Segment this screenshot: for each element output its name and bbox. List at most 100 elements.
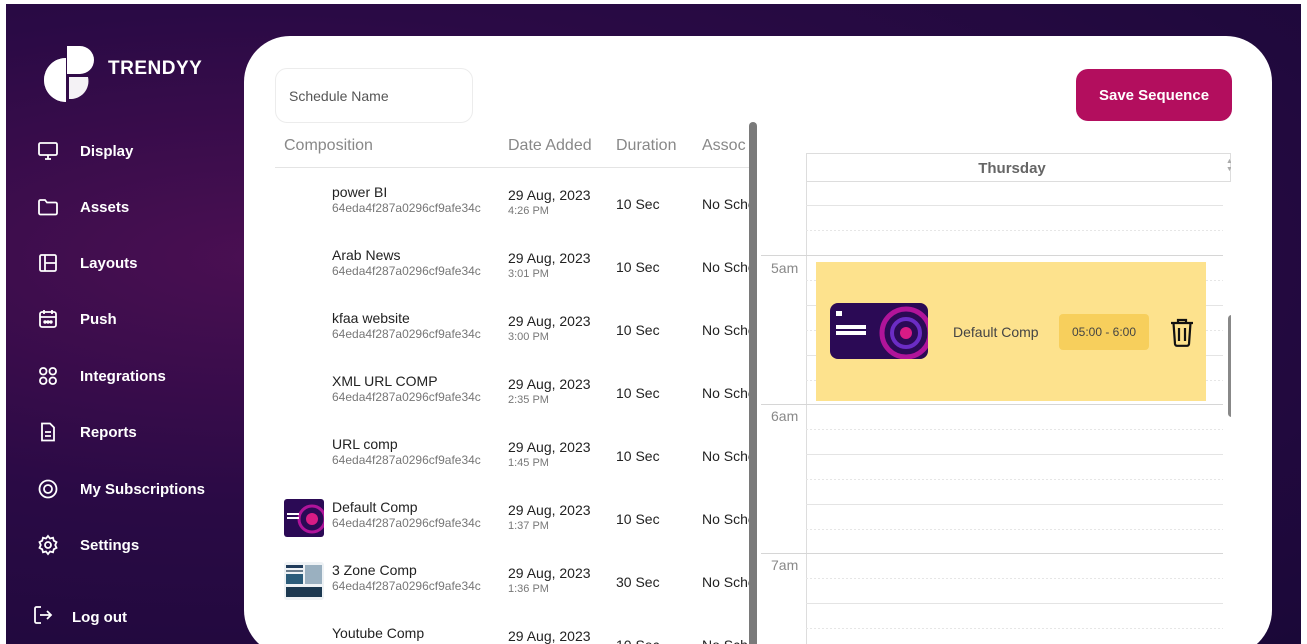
brand-name: TRENDYY	[108, 58, 203, 79]
duration: 10 Sec	[616, 259, 660, 275]
composition-thumbnail	[284, 562, 324, 600]
composition-name: Default Comp	[332, 499, 418, 515]
composition-name: XML URL COMP	[332, 373, 438, 389]
calendar-icon	[36, 307, 60, 331]
window-frame-top	[0, 0, 1307, 4]
column-header-date-added[interactable]: Date Added	[508, 137, 592, 155]
grid-line	[806, 529, 1223, 530]
association: No Sche	[702, 322, 753, 338]
sidebar-item-label: Assets	[80, 198, 130, 216]
badge-icon	[36, 477, 60, 501]
duration: 10 Sec	[616, 448, 660, 464]
association: No Sche	[702, 448, 753, 464]
column-header-composition[interactable]: Composition	[284, 137, 373, 155]
composition-id: 64eda4f287a0296cf9afe34c	[332, 201, 481, 215]
time-added: 2:35 PM	[508, 394, 549, 406]
time-added: 1:45 PM	[508, 457, 549, 469]
calendar-day-label: Thursday	[978, 160, 1046, 177]
date-added: 29 Aug, 2023	[508, 439, 591, 455]
grid-line	[806, 578, 1223, 579]
composition-name: Arab News	[332, 247, 401, 263]
grid-line	[806, 454, 1223, 455]
schedule-name-input[interactable]	[275, 68, 473, 123]
brand: TRENDYY	[38, 44, 202, 102]
sidebar-item-assets[interactable]: Assets	[36, 187, 236, 227]
hour-label: 6am	[771, 408, 799, 424]
grid-line	[806, 205, 1223, 206]
grid-line	[806, 230, 1223, 231]
sidebar-item-integrations[interactable]: Integrations	[36, 356, 236, 396]
header-scroll-arrows-icon[interactable]: ▲ ▼	[1226, 158, 1231, 174]
time-added: 1:37 PM	[508, 520, 549, 532]
layout-icon	[36, 251, 60, 275]
date-added: 29 Aug, 2023	[508, 565, 591, 581]
sidebar-item-label: Integrations	[80, 367, 166, 385]
composition-id: 64eda4f287a0296cf9afe34c	[332, 327, 481, 341]
scheduled-event[interactable]: Default Comp 05:00 - 6:00	[816, 262, 1206, 401]
table-row[interactable]: XML URL COMP 64eda4f287a0296cf9afe34c 29 A…	[275, 357, 753, 420]
sidebar-item-push[interactable]: Push	[36, 299, 236, 339]
save-sequence-button[interactable]: Save Sequence	[1076, 69, 1232, 121]
table-row[interactable]: URL comp 64eda4f287a0296cf9afe34c 29 Aug, …	[275, 420, 753, 483]
composition-id: 64eda4f287a0296cf9afe34c	[332, 453, 481, 467]
gear-icon	[36, 533, 60, 557]
date-added: 29 Aug, 2023	[508, 187, 591, 203]
sidebar-item-label: Push	[80, 310, 117, 328]
hour-label: 7am	[771, 557, 799, 573]
time-added: 1:36 PM	[508, 583, 549, 595]
composition-name: power BI	[332, 184, 388, 200]
association: No Sche	[702, 637, 753, 644]
column-header-duration[interactable]: Duration	[616, 137, 676, 155]
date-added: 29 Aug, 2023	[508, 250, 591, 266]
folder-icon	[36, 195, 60, 219]
composition-name: URL comp	[332, 436, 398, 452]
column-header-assoc[interactable]: Assoc	[702, 137, 746, 155]
duration: 10 Sec	[616, 385, 660, 401]
duration: 10 Sec	[616, 637, 660, 644]
logout-button[interactable]: Log out	[32, 604, 127, 631]
table-row[interactable]: Youtube Comp 29 Aug, 2023 10 Sec No Sche	[275, 609, 753, 644]
sidebar-item-settings[interactable]: Settings	[36, 525, 236, 565]
hour-label: 5am	[771, 260, 799, 276]
time-added: 3:00 PM	[508, 331, 549, 343]
logout-icon	[32, 604, 54, 631]
event-time-range: 05:00 - 6:00	[1059, 314, 1149, 350]
grid-line-hour	[761, 404, 1223, 405]
time-gutter-divider	[806, 153, 807, 644]
sidebar-item-my-subscriptions[interactable]: My Subscriptions	[36, 469, 236, 509]
composition-name: Youtube Comp	[332, 625, 425, 641]
duration: 30 Sec	[616, 574, 660, 590]
logout-label: Log out	[72, 609, 127, 626]
sidebar-item-label: Display	[80, 142, 134, 160]
event-name: Default Comp	[953, 324, 1039, 340]
grid-line	[806, 479, 1223, 480]
table-row[interactable]: Default Comp 64eda4f287a0296cf9afe34c 29 A…	[275, 483, 753, 546]
sidebar-item-reports[interactable]: Reports	[36, 412, 236, 452]
sidebar-item-label: My Subscriptions	[80, 480, 206, 498]
table-row[interactable]: power BI 64eda4f287a0296cf9afe34c 29 Aug, …	[275, 168, 753, 231]
calendar-day-header: Thursday	[806, 153, 1231, 182]
table-row[interactable]: Arab News 64eda4f287a0296cf9afe34c 29 Aug,…	[275, 231, 753, 294]
table-row[interactable]: kfaa website 64eda4f287a0296cf9afe34c 29 A…	[275, 294, 753, 357]
grid-line	[806, 429, 1223, 430]
composition-id: 64eda4f287a0296cf9afe34c	[332, 390, 481, 404]
association: No Sche	[702, 385, 753, 401]
calendar-scrollbar[interactable]	[1228, 315, 1231, 417]
table-row[interactable]: 3 Zone Comp 64eda4f287a0296cf9afe34c 29 Au…	[275, 546, 753, 609]
grid-icon	[36, 364, 60, 388]
sidebar-item-label: Reports	[80, 423, 137, 441]
duration: 10 Sec	[616, 196, 660, 212]
grid-line-hour	[761, 553, 1223, 554]
table-scrollbar[interactable]	[749, 122, 757, 644]
sidebar-item-display[interactable]: Display	[36, 131, 236, 171]
sidebar-item-label: Layouts	[80, 254, 138, 272]
duration: 10 Sec	[616, 511, 660, 527]
association: No Sche	[702, 574, 753, 590]
trash-icon[interactable]	[1169, 317, 1195, 347]
monitor-icon	[36, 139, 60, 163]
date-added: 29 Aug, 2023	[508, 376, 591, 392]
compositions-table: Composition Date Added Duration Assoc po…	[275, 132, 753, 644]
table-header: Composition Date Added Duration Assoc	[275, 132, 753, 168]
sidebar-item-layouts[interactable]: Layouts	[36, 243, 236, 283]
date-added: 29 Aug, 2023	[508, 502, 591, 518]
